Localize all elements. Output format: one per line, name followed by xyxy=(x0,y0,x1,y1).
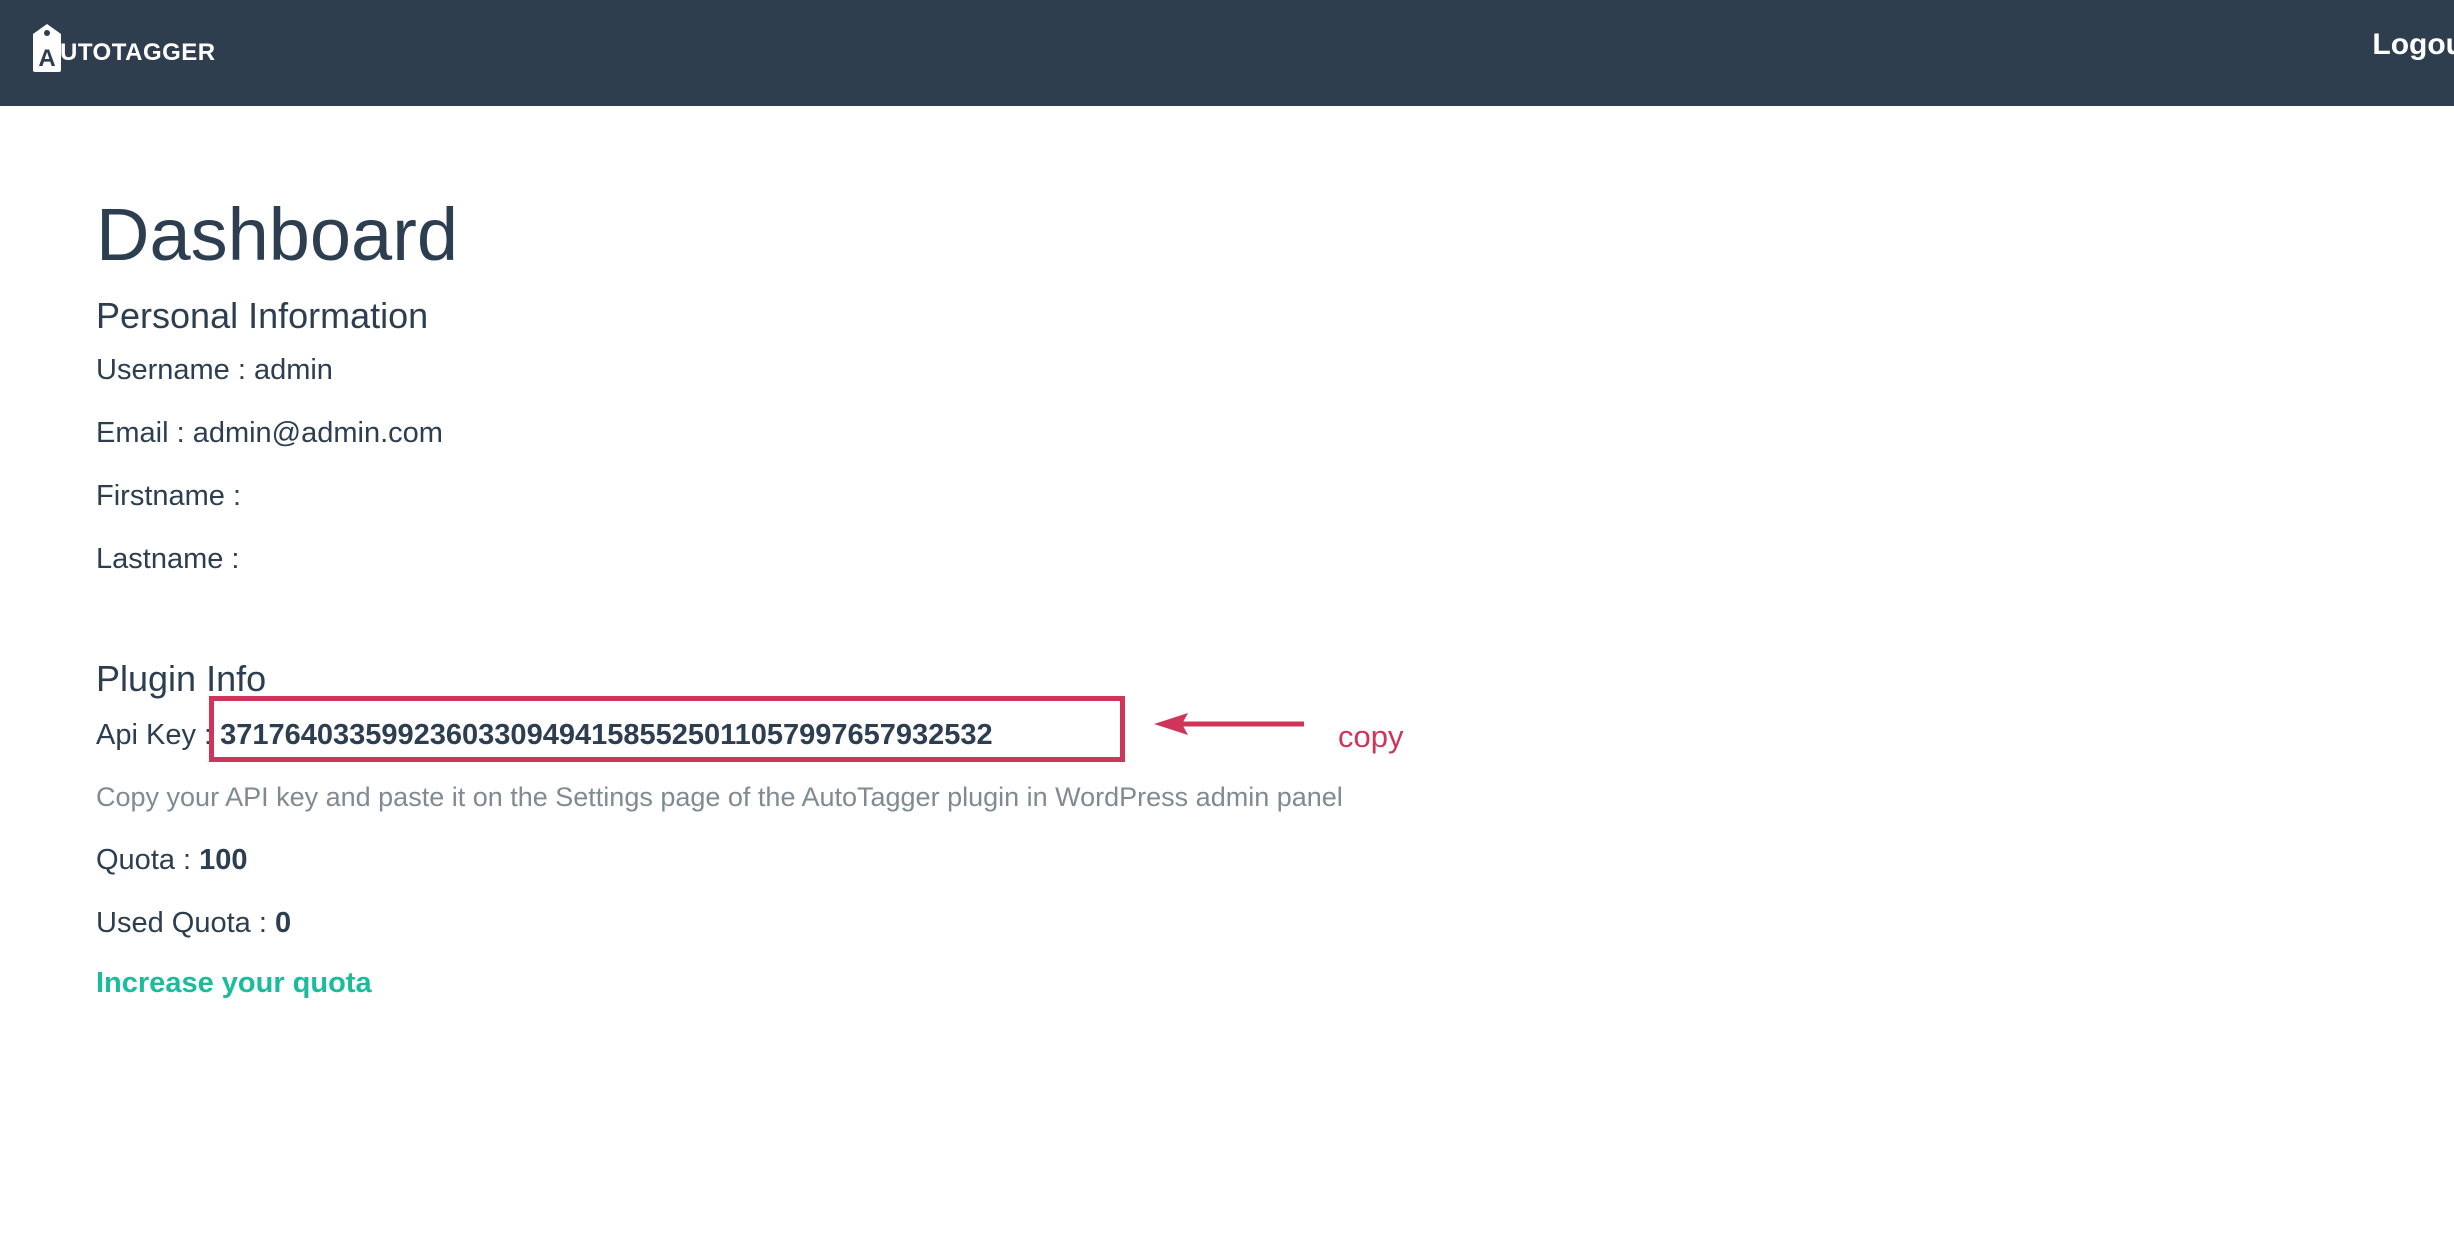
quota-value: 100 xyxy=(199,844,248,876)
top-navbar: A UTOTAGGER Logout xyxy=(0,0,2454,106)
firstname-row: Firstname : xyxy=(96,476,2296,516)
api-key-help-text: Copy your API key and paste it on the Se… xyxy=(96,782,1343,812)
quota-label: Quota : xyxy=(96,844,200,876)
increase-quota-link[interactable]: Increase your quota xyxy=(96,963,372,1003)
email-value: admin@admin.com xyxy=(192,417,443,449)
api-key-highlight-box xyxy=(209,696,1125,762)
username-label: Username : xyxy=(96,354,254,386)
used-quota-row: Used Quota : 0 xyxy=(96,903,2296,943)
brand-name: UTOTAGGER xyxy=(60,39,216,66)
api-key-row: Api Key : 371764033599236033094941585525… xyxy=(96,696,2296,762)
firstname-label: Firstname : xyxy=(96,480,242,512)
used-quota-label: Used Quota : xyxy=(96,907,275,939)
used-quota-value: 0 xyxy=(274,907,292,939)
arrow-left-icon xyxy=(1154,713,1304,735)
copy-annotation: copy xyxy=(1338,719,1404,754)
personal-info-heading: Personal Information xyxy=(96,295,429,336)
lastname-row: Lastname : xyxy=(96,539,2296,579)
brand-logo-link[interactable]: A UTOTAGGER xyxy=(32,22,216,74)
api-key-label: Api Key : xyxy=(96,719,221,751)
dashboard-content: Dashboard Personal Information Username … xyxy=(96,180,2296,1003)
lastname-label: Lastname : xyxy=(96,543,240,575)
username-value: admin xyxy=(253,354,333,386)
email-label: Email : xyxy=(96,417,193,449)
quota-row: Quota : 100 xyxy=(96,840,2296,880)
email-row: Email : admin@admin.com xyxy=(96,413,2296,453)
page-title: Dashboard xyxy=(96,193,459,276)
brand-initial: A xyxy=(38,45,55,72)
logout-link[interactable]: Logout xyxy=(2372,28,2454,62)
tag-icon: A xyxy=(32,23,62,73)
username-row: Username : admin xyxy=(96,350,2296,390)
